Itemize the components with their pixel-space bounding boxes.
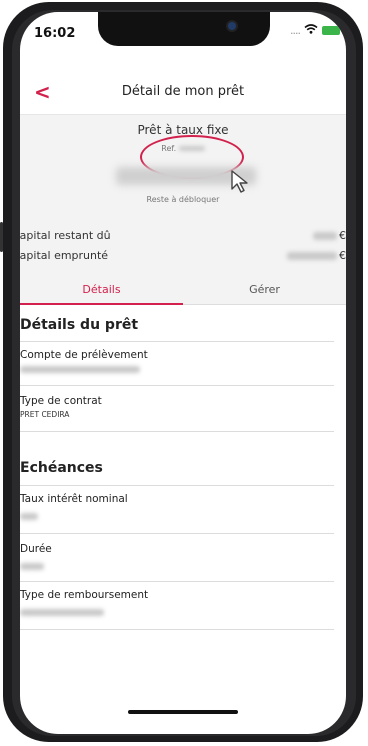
- tab-gerer[interactable]: Gérer: [183, 275, 346, 305]
- field-duree[interactable]: Durée: [20, 543, 334, 582]
- field-value: PRET CEDIRA: [20, 410, 70, 419]
- field-type-remboursement[interactable]: Type de remboursement: [20, 589, 334, 630]
- field-label: Compte de prélèvement: [20, 349, 148, 361]
- capital-restant-value: €: [313, 229, 346, 242]
- divider: [20, 485, 334, 486]
- field-value-blurred: [20, 609, 104, 616]
- section-title-echeances: Echéances: [20, 460, 103, 476]
- capital-emprunte-value: €: [287, 249, 346, 262]
- field-value-blurred: [20, 366, 140, 373]
- navbar: < Détail de mon prêt: [20, 74, 346, 115]
- field-value-blurred: [20, 513, 38, 520]
- side-button: [0, 222, 3, 252]
- field-type-contrat[interactable]: Type de contrat PRET CEDIRA: [20, 395, 334, 432]
- status-time: 16:02: [34, 26, 76, 41]
- page-title: Détail de mon prêt: [121, 84, 245, 99]
- field-value-blurred: [20, 563, 44, 570]
- cursor-icon: [231, 170, 248, 193]
- battery-charging-icon: [322, 26, 343, 35]
- capital-restant-amount-blurred: [313, 231, 337, 240]
- camera-icon: [228, 22, 236, 30]
- signal-icon: ....: [290, 24, 301, 37]
- field-label: Durée: [20, 543, 52, 555]
- notch: [98, 12, 270, 46]
- capital-restant-row: Capital restant dû €: [20, 229, 346, 242]
- home-indicator[interactable]: [128, 710, 238, 714]
- capital-emprunte-amount-blurred: [287, 251, 337, 260]
- capital-restant-label: Capital restant dû: [20, 229, 111, 242]
- capital-restant-currency: €: [339, 229, 346, 242]
- field-compte-prelevement[interactable]: Compte de prélèvement: [20, 349, 334, 386]
- tab-bar: Détails Gérer: [20, 275, 346, 305]
- field-taux-interet[interactable]: Taux intérêt nominal: [20, 493, 334, 534]
- wifi-icon: [304, 24, 318, 37]
- section-title-details: Détails du prêt: [20, 317, 139, 333]
- loan-summary: Prêt à taux fixe Ref. Reste à débloquer …: [20, 115, 346, 305]
- capital-emprunte-row: Capital emprunté €: [20, 249, 346, 262]
- field-label: Type de remboursement: [20, 589, 149, 601]
- remaining-label: Reste à débloquer: [146, 195, 220, 204]
- field-label: Type de contrat: [20, 395, 102, 407]
- capital-emprunte-label: Capital emprunté: [20, 249, 109, 262]
- app-screen: 16:02 .... < Détail de mon prêt Prêt à t…: [20, 12, 346, 734]
- field-label: Taux intérêt nominal: [20, 493, 128, 505]
- divider: [20, 341, 334, 342]
- status-icons: ....: [290, 24, 343, 37]
- capital-emprunte-currency: €: [339, 249, 346, 262]
- tab-details[interactable]: Détails: [20, 275, 183, 305]
